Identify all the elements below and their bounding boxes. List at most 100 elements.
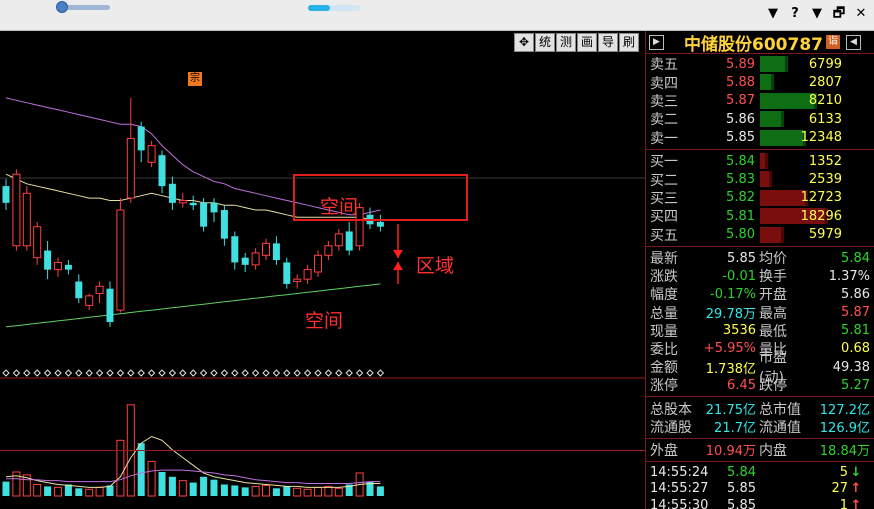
volume-bar	[147, 460, 156, 497]
date-marker-icon	[54, 369, 62, 377]
stats-divider	[646, 245, 874, 247]
buy-volume: 1352	[760, 153, 842, 170]
date-marker-icon	[137, 369, 145, 377]
tick-list: 14:55:24 5.84 5 ↓ 14:55:27 5.85 27 ↑ 14:55:30 5.8…	[646, 464, 874, 509]
close-icon[interactable]: ✕	[854, 6, 868, 22]
candle-body	[33, 226, 42, 259]
draw-button[interactable]: 画	[577, 33, 597, 52]
stat-label: 涨跌	[650, 269, 678, 286]
date-marker-icon	[64, 369, 73, 377]
sell-row[interactable]: 卖五 5.89 6799	[646, 55, 874, 73]
sell-row[interactable]: 卖二 5.86 6133	[646, 110, 874, 128]
buy-volume-text: 12723	[800, 190, 842, 206]
candle-body	[2, 186, 10, 203]
top-bar: ▼ ? ▼ 🗗 ✕	[0, 0, 874, 31]
date-marker-icon	[12, 369, 21, 377]
quote-panel: ▶ 中储股份600787 诣 ◀ 卖五 5.89 6799 卖四 5.88 2807 卖三 5…	[645, 31, 874, 509]
buy-orderbook: 买一 5.84 1352 买二 5.83 2539 买三 5.82 12723 买四 5.81 182…	[646, 152, 874, 244]
date-marker-icon	[85, 369, 93, 377]
share-value: 126.9亿	[819, 421, 870, 437]
date-marker-icon	[241, 369, 249, 377]
stat-row: 金额 1.738亿 市盈(动) 49.38	[646, 350, 874, 386]
sell-price: 5.85	[726, 130, 755, 146]
volume-bar	[210, 479, 218, 496]
date-marker-icon	[293, 369, 301, 377]
zoom-slider-knob[interactable]	[56, 1, 68, 13]
kline-chart-svg[interactable]	[0, 55, 645, 509]
stat-value: 5.85	[727, 250, 756, 266]
measure-button[interactable]: 测	[556, 33, 576, 52]
kline-chart[interactable]	[0, 55, 645, 509]
buy-row[interactable]: 买三 5.82 12723	[646, 189, 874, 207]
scroll-slider-thumb[interactable]	[308, 5, 330, 11]
panel-toggle-icon[interactable]: ▶	[649, 34, 664, 50]
sell-volume: 12348	[760, 129, 842, 146]
sell-row[interactable]: 卖四 5.88 2807	[646, 73, 874, 92]
candle-body	[126, 137, 135, 199]
stat-value: 29.78万	[705, 307, 756, 323]
sell-row[interactable]: 卖三 5.87 8210	[646, 92, 874, 110]
sell-volume-text: 12348	[800, 130, 842, 146]
volume-bar	[54, 486, 62, 497]
candle-body	[22, 192, 31, 247]
stat-value: 6.45	[727, 377, 756, 393]
date-marker-icon	[324, 369, 333, 377]
scroll-slider[interactable]	[308, 5, 360, 11]
buy-volume-text: 2539	[808, 172, 842, 188]
refresh-button[interactable]: 刷	[619, 33, 639, 52]
sell-level-label: 卖三	[650, 93, 678, 110]
shares-divider	[646, 396, 874, 398]
inner-label: 内盘	[759, 442, 787, 459]
tick-volume: 1	[839, 497, 848, 509]
space-bottom-label: 空间	[305, 310, 344, 332]
date-marker-icon	[251, 369, 260, 377]
buy-row[interactable]: 买一 5.84 1352	[646, 152, 874, 170]
volume-bar	[200, 476, 208, 496]
stat-row: 总量 29.78万 最高 5.87	[646, 303, 874, 323]
stat-value: 1.37%	[828, 268, 870, 284]
tick-arrow-icon: ↑	[850, 497, 862, 509]
orderbook-divider	[646, 148, 874, 150]
volume-bar	[220, 484, 228, 496]
share-stats: 总股本 21.75亿 总市值 127.2亿 流通股 21.7亿 流通值 126.9亿	[646, 399, 874, 437]
dropdown-arrow-icon[interactable]: ▼	[766, 6, 780, 22]
candle-body	[158, 155, 166, 187]
buy-volume-text: 18296	[800, 208, 842, 224]
sell-volume: 6133	[760, 111, 842, 128]
move-icon[interactable]: ✥	[514, 33, 534, 52]
panel-collapse-icon[interactable]: ◀	[845, 34, 861, 50]
buy-row[interactable]: 买四 5.81 18296	[646, 207, 874, 225]
stats-button[interactable]: 统	[535, 33, 555, 52]
outer-value: 10.94万	[705, 444, 756, 460]
stock-title: 中储股份600787	[684, 34, 823, 55]
sell-level-label: 卖四	[650, 75, 678, 92]
volume-bar	[376, 486, 384, 496]
restore-icon[interactable]: 🗗	[832, 6, 846, 22]
stat-label: 最高	[759, 305, 787, 322]
stat-label: 总量	[650, 305, 678, 322]
stat-value: -0.17%	[710, 286, 756, 302]
candle-body	[231, 236, 239, 263]
buy-volume-text: 1352	[808, 153, 842, 169]
event-marker-icon[interactable]: 宗	[188, 72, 202, 86]
buy-row[interactable]: 买五 5.80 5979	[646, 226, 874, 244]
volume-bar	[44, 486, 52, 496]
buy-level-label: 买一	[650, 154, 678, 171]
chart-toolbar: ✥ 统 测 画 导 刷	[514, 33, 639, 52]
candle-body	[334, 233, 343, 247]
stock-badge-icon[interactable]: 诣	[825, 35, 840, 49]
stat-label: 开盘	[759, 287, 787, 304]
sell-row[interactable]: 卖一 5.85 12348	[646, 129, 874, 147]
export-button[interactable]: 导	[598, 33, 618, 52]
date-marker-icon	[75, 369, 83, 377]
sell-volume-text: 8210	[808, 93, 842, 109]
outer-divider	[646, 437, 874, 439]
outer-label: 外盘	[650, 442, 678, 459]
candle-body	[272, 243, 280, 261]
help-icon[interactable]: ?	[788, 6, 802, 22]
minimize-icon[interactable]: ▼	[810, 6, 824, 22]
buy-row[interactable]: 买二 5.83 2539	[646, 170, 874, 189]
date-marker-icon	[95, 369, 104, 377]
sell-price: 5.89	[726, 56, 755, 72]
space-top-label: 空间	[320, 196, 359, 218]
